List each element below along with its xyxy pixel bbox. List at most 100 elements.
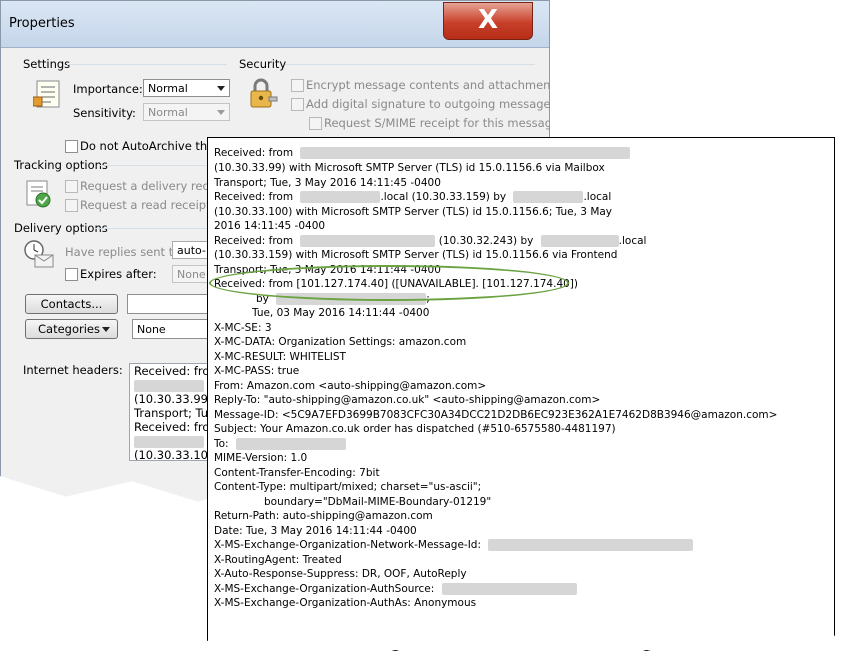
encrypt-checkbox[interactable] — [291, 79, 304, 92]
header-preview-line: Received: from — [134, 420, 210, 434]
autoarchive-checkbox[interactable] — [65, 140, 78, 153]
settings-group-label: Settings — [23, 57, 71, 71]
header-preview-line: (10.30.33.99) w — [134, 392, 211, 406]
header-line: X-RoutingAgent: Treated — [214, 554, 342, 566]
header-line: (10.30.33.100) with Microsoft SMTP Serve… — [214, 206, 613, 218]
header-line: X-MC-DATA: Organization Settings: amazon… — [214, 336, 467, 348]
message-properties-icon — [33, 80, 60, 108]
tracking-group-label: Tracking options — [14, 158, 108, 172]
contacts-field[interactable] — [127, 294, 212, 314]
header-line: Content-Transfer-Encoding: 7bit — [214, 467, 380, 479]
internet-headers-label: Internet headers: — [23, 363, 123, 377]
header-line: Reply-To: "auto-shipping@amazon.co.uk" <… — [214, 394, 601, 406]
importance-value: Normal — [148, 82, 188, 95]
internet-headers-zoom: Received: from (10.30.33.99) with Micros… — [207, 137, 835, 651]
header-line: X-MC-RESULT: WHITELIST — [214, 351, 346, 363]
digital-signature-checkbox[interactable] — [291, 98, 304, 111]
tracking-icon — [26, 180, 51, 208]
header-text: X-MS-Exchange-Organization-AuthSource: — [214, 583, 435, 595]
delivery-clock-icon — [24, 240, 54, 268]
header-text: To: — [214, 438, 229, 450]
header-line: X-MS-Exchange-Organization-AuthAs: Anony… — [214, 597, 477, 609]
header-preview-line: Received: from — [134, 364, 210, 378]
header-line: Message-ID: <5C9A7EFD3699B7083CFC30A34DC… — [214, 409, 778, 421]
expires-after-checkbox[interactable] — [65, 268, 78, 281]
categories-value: None — [137, 323, 166, 336]
chevron-down-icon — [217, 86, 225, 91]
security-group-label: Security — [239, 57, 287, 71]
header-line: Date: Tue, 3 May 2016 14:11:44 -0400 — [214, 525, 417, 537]
header-text: X-MS-Exchange-Organization-Network-Messa… — [214, 539, 482, 551]
redacted-block — [235, 438, 346, 450]
header-line: 2016 14:11:45 -0400 — [214, 220, 326, 232]
close-button[interactable]: X — [443, 2, 533, 40]
header-text: .local — [618, 235, 647, 247]
digital-signature-label: Add digital signature to outgoing messag… — [306, 97, 551, 111]
header-line: Return-Path: auto-shipping@amazon.com — [214, 510, 433, 522]
header-text: Received: from — [214, 235, 294, 247]
delivery-group-label: Delivery options — [14, 221, 108, 235]
header-line: (10.30.33.159) with Microsoft SMTP Serve… — [214, 249, 618, 261]
importance-dropdown[interactable]: Normal — [143, 79, 230, 97]
expires-after-value: None — [177, 268, 206, 281]
header-line: X-MS-Exchange-Organization-AuthSource: — [214, 583, 577, 595]
smime-receipt-checkbox[interactable] — [309, 117, 322, 130]
header-line: Subject: Your Amazon.co.uk order has dis… — [214, 423, 616, 435]
header-line: X-MC-SE: 3 — [214, 322, 272, 334]
header-line: Received: from (10.30.32.243) by .local — [214, 235, 646, 247]
header-line: X-MC-PASS: true — [214, 365, 300, 377]
header-preview-line: Transport; Tue, — [134, 406, 211, 420]
encrypt-label: Encrypt message contents and attachmen — [306, 78, 551, 92]
delivery-divider — [95, 228, 209, 229]
header-text: Received: from — [214, 191, 294, 203]
tracking-divider — [99, 165, 209, 166]
categories-button[interactable]: Categories — [25, 319, 118, 339]
categories-field[interactable]: None — [132, 319, 212, 339]
redacted-block — [513, 191, 584, 203]
header-line: Received: from — [214, 147, 631, 159]
internet-headers-textbox[interactable]: Received: from (10.30.33.99) w Transport… — [129, 363, 211, 461]
redacted-block — [300, 235, 436, 247]
title-bar[interactable]: Properties X — [1, 1, 549, 48]
header-preview-redacted — [130, 434, 210, 448]
sensitivity-dropdown[interactable]: Normal — [143, 103, 230, 121]
header-line: Tue, 03 May 2016 14:11:44 -0400 — [252, 307, 430, 319]
header-preview-line: (10.30.33.100) — [134, 448, 210, 461]
security-divider — [285, 64, 535, 65]
sensitivity-value: Normal — [148, 106, 188, 119]
sensitivity-label: Sensitivity: — [73, 106, 136, 120]
lock-icon — [250, 78, 278, 108]
settings-divider — [67, 64, 227, 65]
header-line: Transport; Tue, 3 May 2016 14:11:45 -040… — [214, 177, 441, 189]
redacted-block — [488, 539, 694, 551]
header-text: (10.30.32.243) by — [438, 235, 534, 247]
replies-sent-to-label: Have replies sent to: — [65, 245, 185, 259]
header-text: .local — [583, 191, 612, 203]
header-text: .local (10.30.33.159) by — [380, 191, 507, 203]
redacted-block — [300, 147, 631, 159]
chevron-down-icon — [217, 110, 225, 115]
header-text: Received: from — [214, 147, 294, 159]
smime-receipt-label: Request S/MIME receipt for this message — [324, 116, 560, 130]
expires-after-date[interactable]: None — [172, 265, 212, 283]
header-preview-redacted — [130, 378, 210, 392]
read-receipt-checkbox[interactable] — [65, 199, 78, 212]
delivery-receipt-checkbox[interactable] — [65, 180, 78, 193]
dialog-title: Properties — [9, 16, 75, 31]
chevron-down-icon — [102, 327, 110, 332]
importance-label: Importance: — [73, 82, 143, 96]
redacted-block — [441, 583, 577, 595]
categories-button-label: Categories — [38, 322, 100, 336]
contacts-button[interactable]: Contacts... — [25, 294, 118, 314]
header-line: From: Amazon.com <auto-shipping@amazon.c… — [214, 380, 487, 392]
header-line: Content-Type: multipart/mixed; charset="… — [214, 481, 482, 493]
header-line: X-MS-Exchange-Organization-Network-Messa… — [214, 539, 694, 551]
header-line: MIME-Version: 1.0 — [214, 452, 308, 464]
replies-sent-to-input[interactable]: auto-s — [172, 241, 212, 275]
header-line: To: — [214, 438, 346, 450]
header-line: X-Auto-Response-Suppress: DR, OOF, AutoR… — [214, 568, 467, 580]
header-line: Received: from .local (10.30.33.159) by … — [214, 191, 611, 203]
read-receipt-label: Request a read receipt fo — [80, 198, 226, 212]
redacted-block — [540, 235, 619, 247]
header-line: (10.30.33.99) with Microsoft SMTP Server… — [214, 162, 605, 174]
